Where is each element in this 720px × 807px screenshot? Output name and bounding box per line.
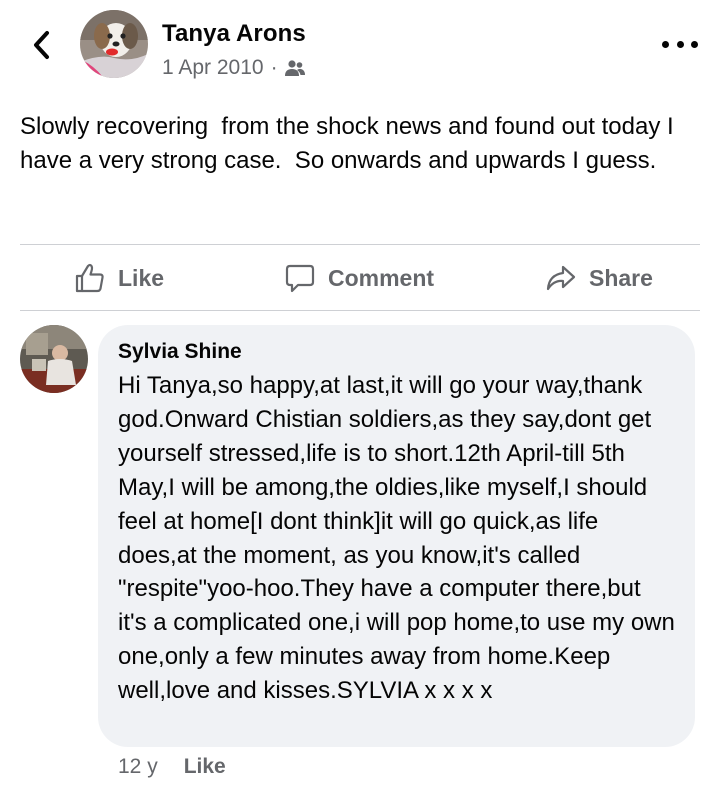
comment-button[interactable]: Comment xyxy=(284,246,434,310)
more-dot-icon xyxy=(662,40,669,48)
comment-text: Hi Tanya,so happy,at last,it will go you… xyxy=(118,372,682,705)
share-label: Share xyxy=(589,264,653,291)
friends-icon xyxy=(284,60,305,76)
chevron-left-icon xyxy=(34,31,49,59)
like-label: Like xyxy=(118,264,165,291)
share-button[interactable]: Share xyxy=(545,246,653,310)
more-options-button[interactable] xyxy=(662,36,698,52)
post-meta: 1 Apr 2010 · xyxy=(162,56,306,80)
comment-like-button[interactable]: Like xyxy=(184,755,226,779)
comment-bubble: Sylvia Shine Hi Tanya,so happy,at last,i… xyxy=(98,325,695,747)
back-button[interactable] xyxy=(26,28,56,62)
divider xyxy=(20,310,700,311)
commenter-avatar[interactable] xyxy=(20,325,88,393)
author-avatar[interactable] xyxy=(80,10,148,78)
more-dot-icon xyxy=(691,40,698,48)
like-button[interactable]: Like xyxy=(74,246,164,310)
thumbs-up-icon xyxy=(75,263,104,293)
meta-separator: · xyxy=(270,56,278,79)
post-actions: Like Comment Share xyxy=(0,246,720,310)
comment-meta: 12 y Like xyxy=(118,755,226,779)
comment-icon xyxy=(285,264,315,293)
commenter-name[interactable]: Sylvia Shine xyxy=(118,339,675,365)
comment-label: Comment xyxy=(328,264,435,291)
share-icon xyxy=(546,265,576,291)
divider xyxy=(20,244,700,245)
author-name[interactable]: Tanya Arons xyxy=(162,20,306,48)
post-header: Tanya Arons 1 Apr 2010 · xyxy=(0,0,720,100)
post-text: Slowly recovering from the shock news an… xyxy=(20,113,681,174)
comment-age[interactable]: 12 y xyxy=(118,755,158,779)
more-dot-icon xyxy=(676,40,684,48)
post-date[interactable]: 1 Apr 2010 xyxy=(162,56,264,80)
